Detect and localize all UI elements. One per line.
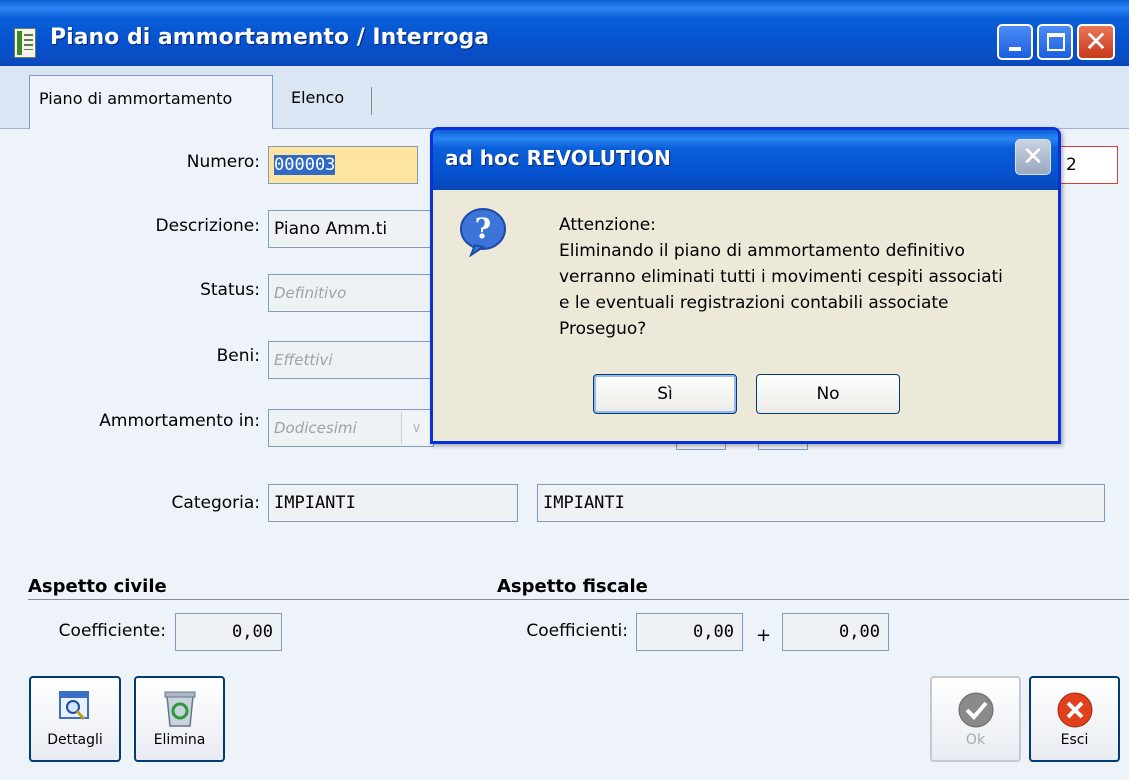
ammortamento-value: Dodicesimi — [274, 419, 357, 437]
minimize-icon — [1009, 47, 1021, 51]
chevron-down-icon: ∨ — [401, 412, 431, 444]
section-divider — [28, 599, 1129, 600]
tab-strip: Piano di ammortamento Elenco — [0, 66, 1129, 129]
coefficiente-label: Coefficiente: — [58, 621, 166, 641]
numero-label: Numero: — [186, 152, 260, 172]
status-field: Definitivo — [268, 274, 448, 312]
app-icon — [14, 28, 36, 58]
dettagli-button[interactable]: Dettagli — [29, 676, 121, 762]
window-titlebar[interactable]: Piano di ammortamento / Interroga ✕ — [0, 0, 1129, 66]
confirm-dialog: ad hoc REVOLUTION ✕ ? Attenzione: Elimin… — [430, 127, 1061, 444]
categoria-code-field[interactable]: IMPIANTI — [268, 484, 518, 522]
recycle-bin-icon — [164, 691, 195, 727]
esci-button[interactable]: Esci — [1029, 676, 1120, 762]
coefficiente-civile-field[interactable]: 0,00 — [175, 613, 282, 651]
ok-button[interactable]: Ok — [930, 676, 1021, 762]
close-icon: ✕ — [1084, 25, 1108, 58]
descrizione-label: Descrizione: — [155, 216, 260, 236]
close-icon: ✕ — [1022, 142, 1044, 172]
right-field-value: 2 — [1066, 155, 1077, 175]
plus-sign: + — [756, 625, 772, 646]
esci-label: Esci — [1060, 732, 1089, 748]
beni-field: Effettivi — [268, 341, 448, 379]
svg-text:?: ? — [475, 212, 491, 245]
maximize-button[interactable] — [1037, 24, 1073, 60]
categoria-label: Categoria: — [171, 493, 260, 513]
question-icon: ? — [460, 208, 506, 257]
close-button[interactable]: ✕ — [1077, 24, 1115, 60]
coefficiente-fiscale-1-field[interactable]: 0,00 — [636, 613, 743, 651]
dialog-title: ad hoc REVOLUTION — [445, 146, 671, 170]
no-button[interactable]: No — [756, 374, 900, 414]
coefficienti-label: Coefficienti: — [526, 621, 628, 641]
exit-icon — [1057, 692, 1092, 728]
ok-label: Ok — [965, 732, 986, 748]
categoria-desc-field: IMPIANTI — [537, 484, 1105, 522]
descrizione-field[interactable]: Piano Amm.ti — [268, 210, 448, 248]
tab-elenco[interactable]: Elenco — [282, 75, 372, 122]
numero-field[interactable]: 000003 — [268, 146, 418, 184]
dialog-close-button[interactable]: ✕ — [1015, 139, 1051, 175]
maximize-icon — [1047, 33, 1065, 51]
numero-value: 000003 — [274, 155, 336, 175]
dialog-message: Attenzione: Eliminando il piano di ammor… — [559, 215, 1003, 339]
ammortamento-label: Ammortamento in: — [99, 411, 260, 431]
elimina-button[interactable]: Elimina — [134, 676, 225, 762]
magnifier-icon — [59, 691, 89, 720]
tab-piano-di-ammortamento[interactable]: Piano di ammortamento — [29, 75, 273, 129]
elimina-label: Elimina — [153, 732, 206, 748]
aspetto-civile-title: Aspetto civile — [28, 576, 167, 597]
minimize-button[interactable] — [997, 24, 1033, 60]
dettagli-label: Dettagli — [47, 732, 103, 748]
coefficiente-fiscale-2-field[interactable]: 0,00 — [782, 613, 889, 651]
aspetto-fiscale-title: Aspetto fiscale — [497, 576, 648, 597]
yes-button[interactable]: Sì — [593, 374, 737, 414]
status-label: Status: — [200, 280, 260, 300]
ammortamento-select: Dodicesimi ∨ — [268, 409, 434, 447]
dialog-titlebar[interactable]: ad hoc REVOLUTION ✕ — [433, 130, 1058, 190]
beni-label: Beni: — [216, 346, 260, 366]
tab-separator — [371, 87, 372, 115]
window-title: Piano di ammortamento / Interroga — [50, 25, 490, 50]
check-icon — [958, 692, 993, 728]
